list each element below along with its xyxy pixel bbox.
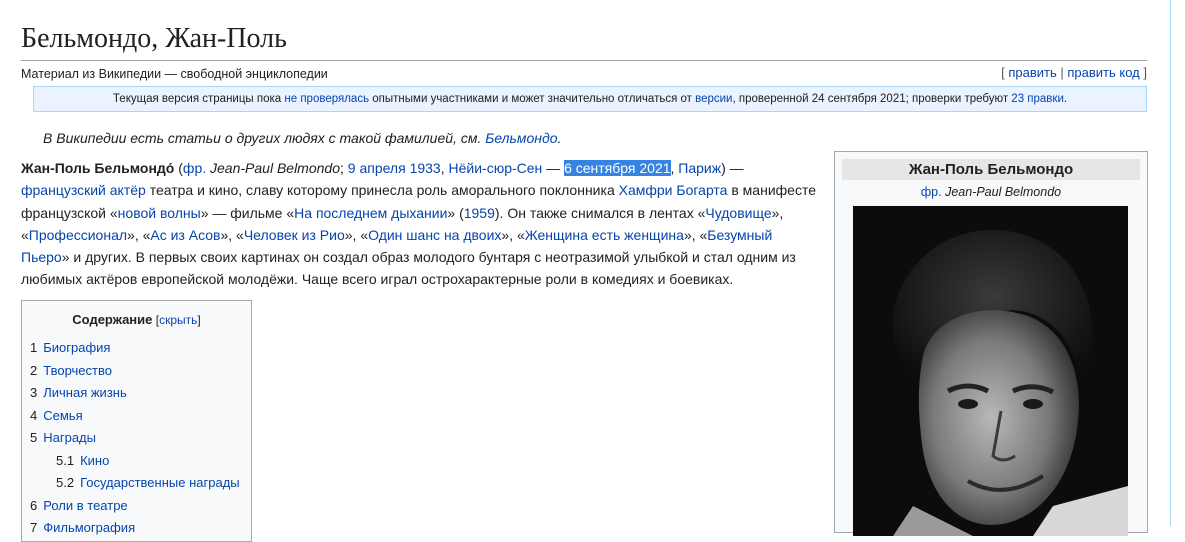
bogart-link[interactable]: Хамфри Богарта — [619, 182, 728, 198]
text: », « — [220, 226, 244, 243]
text: », « — [344, 226, 369, 243]
text: » ( — [447, 204, 464, 221]
bracket: [ — [1001, 65, 1005, 80]
toc-link[interactable]: Награды — [43, 430, 96, 445]
text: ; — [340, 160, 348, 176]
toc-link[interactable]: Фильмография — [43, 520, 135, 535]
separator: | — [1060, 65, 1064, 80]
toc-number: 2 — [30, 362, 38, 378]
lead-paragraph: Жан-Поль Бельмондо́ (фр. Jean-Paul Belmo… — [21, 157, 821, 291]
toc-hide-link[interactable]: скрыть — [159, 313, 197, 327]
film-link[interactable]: Один шанс на двоих — [368, 227, 501, 243]
text: , — [440, 160, 449, 176]
film-link[interactable]: Чудовище — [705, 205, 771, 221]
film-link[interactable]: Женщина есть женщина — [525, 227, 684, 243]
deathplace-link[interactable]: Париж — [678, 160, 721, 176]
toc-number: 1 — [30, 340, 38, 355]
edit-link[interactable]: править — [1008, 65, 1056, 80]
toc-item-personal-life[interactable]: 3 Личная жизнь — [22, 382, 251, 405]
bracket: ] — [1143, 65, 1147, 80]
toc-item-filmography[interactable]: 7 Фильмография — [22, 517, 251, 540]
table-of-contents: Содержание [скрыть] 1 Биография 2 Творчест… — [21, 300, 252, 542]
text: театра и кино, славу которому принесла р… — [145, 182, 619, 199]
hatnote-text: . — [557, 130, 562, 146]
film-link[interactable]: Профессионал — [29, 227, 127, 243]
infobox-title: Жан-Поль Бельмондо — [842, 159, 1140, 180]
hatnote-text: В Википедии есть статьи о других людях с… — [43, 130, 486, 146]
birth-date-link[interactable]: 9 апреля 1933 — [348, 160, 441, 176]
infobox-subtitle: фр. Jean-Paul Belmondo — [835, 185, 1147, 199]
death-date-link[interactable]: 6 сентября 2021 — [564, 160, 671, 176]
toc-number: 4 — [30, 407, 38, 423]
text: — — [542, 160, 565, 176]
toc-number: 6 — [30, 497, 38, 513]
french-name: Jean-Paul Belmondo — [941, 185, 1062, 199]
not-reviewed-link[interactable]: не проверялась — [284, 93, 369, 105]
toc-number: 7 — [30, 520, 38, 535]
infobox: Жан-Поль Бельмондо фр. Jean-Paul Belmond… — [834, 151, 1148, 536]
actor-link[interactable]: французский актёр — [21, 182, 146, 198]
toc-item-theatre-roles[interactable]: 6 Роли в театре — [22, 495, 251, 518]
toc-header: Содержание [скрыть] — [22, 312, 251, 327]
toc-item-family[interactable]: 4 Семья — [22, 405, 251, 428]
text: », « — [127, 226, 151, 243]
content-right-border — [1170, 0, 1171, 526]
toc-link[interactable]: Государственные награды — [80, 475, 240, 490]
hatnote: В Википедии есть статьи о других людях с… — [43, 130, 561, 146]
breathless-link[interactable]: На последнем дыхании — [294, 205, 447, 221]
french-link[interactable]: фр. — [183, 160, 206, 176]
edit-code-link[interactable]: править код — [1067, 65, 1139, 80]
text: » — фильме « — [200, 204, 295, 221]
film-link[interactable]: Человек из Рио — [244, 227, 345, 243]
bracket: ] — [197, 313, 201, 327]
toc-link[interactable]: Творчество — [43, 363, 112, 378]
toc-list: 1 Биография 2 Творчество 3 Личная жизнь 4 Се… — [22, 337, 251, 540]
page-title: Бельмондо, Жан-Поль — [21, 18, 1147, 61]
subject-name: Жан-Поль Бельмондо́ — [21, 160, 175, 176]
toc-link[interactable]: Семья — [43, 408, 82, 423]
new-wave-link[interactable]: новой волны — [118, 205, 201, 221]
toc-item-awards[interactable]: 5 Награды — [22, 427, 251, 450]
french-link[interactable]: фр. — [921, 185, 942, 199]
notice-text: опытными участниками и может значительно… — [369, 93, 696, 105]
version-link[interactable]: версии — [695, 93, 732, 105]
birthplace-link[interactable]: Нёйи-сюр-Сен — [449, 160, 543, 176]
toc-number: 5.2 — [56, 475, 75, 490]
toc-title: Содержание — [72, 312, 153, 327]
toc-number: 5 — [30, 430, 38, 445]
notice-text: , проверенной 24 сентября 2021; проверки… — [732, 93, 1012, 105]
french-name: Jean-Paul Belmondo — [206, 160, 340, 176]
toc-item-biography[interactable]: 1 Биография — [22, 337, 251, 360]
toc-number: 3 — [30, 385, 38, 400]
text: ) — — [721, 160, 744, 176]
pending-edits-link[interactable]: 23 правки — [1011, 93, 1064, 105]
toc-item-awards-film[interactable]: 5.1 Кино — [22, 450, 251, 473]
notice-text: . — [1063, 93, 1068, 105]
portrait-photo[interactable] — [853, 206, 1128, 536]
text: » и других. В первых своих картинах он с… — [21, 249, 796, 288]
toc-link[interactable]: Личная жизнь — [43, 385, 127, 400]
year-1959-link[interactable]: 1959 — [464, 205, 495, 221]
film-link[interactable]: Ас из Асов — [150, 227, 220, 243]
disambiguation-link[interactable]: Бельмондо — [485, 130, 557, 146]
text: », « — [501, 226, 525, 243]
flagged-revision-notice: Текущая версия страницы пока не проверял… — [33, 86, 1147, 112]
portrait-illustration — [853, 206, 1128, 536]
site-subtitle: Материал из Википедии — свободной энцикл… — [21, 67, 328, 81]
toc-link[interactable]: Кино — [80, 453, 109, 468]
text: ( — [174, 160, 183, 176]
toc-number: 5.1 — [56, 452, 75, 468]
toc-item-creativity[interactable]: 2 Творчество — [22, 360, 251, 383]
text: ). Он также снимался в лентах « — [494, 204, 706, 221]
toc-link[interactable]: Биография — [43, 340, 110, 355]
toc-link[interactable]: Роли в театре — [43, 498, 127, 513]
toc-item-awards-state[interactable]: 5.2 Государственные награды — [22, 472, 251, 495]
notice-text: Текущая версия страницы пока — [112, 93, 285, 105]
edit-links: [ править | править код ] — [1001, 65, 1147, 80]
text: », « — [683, 226, 708, 243]
